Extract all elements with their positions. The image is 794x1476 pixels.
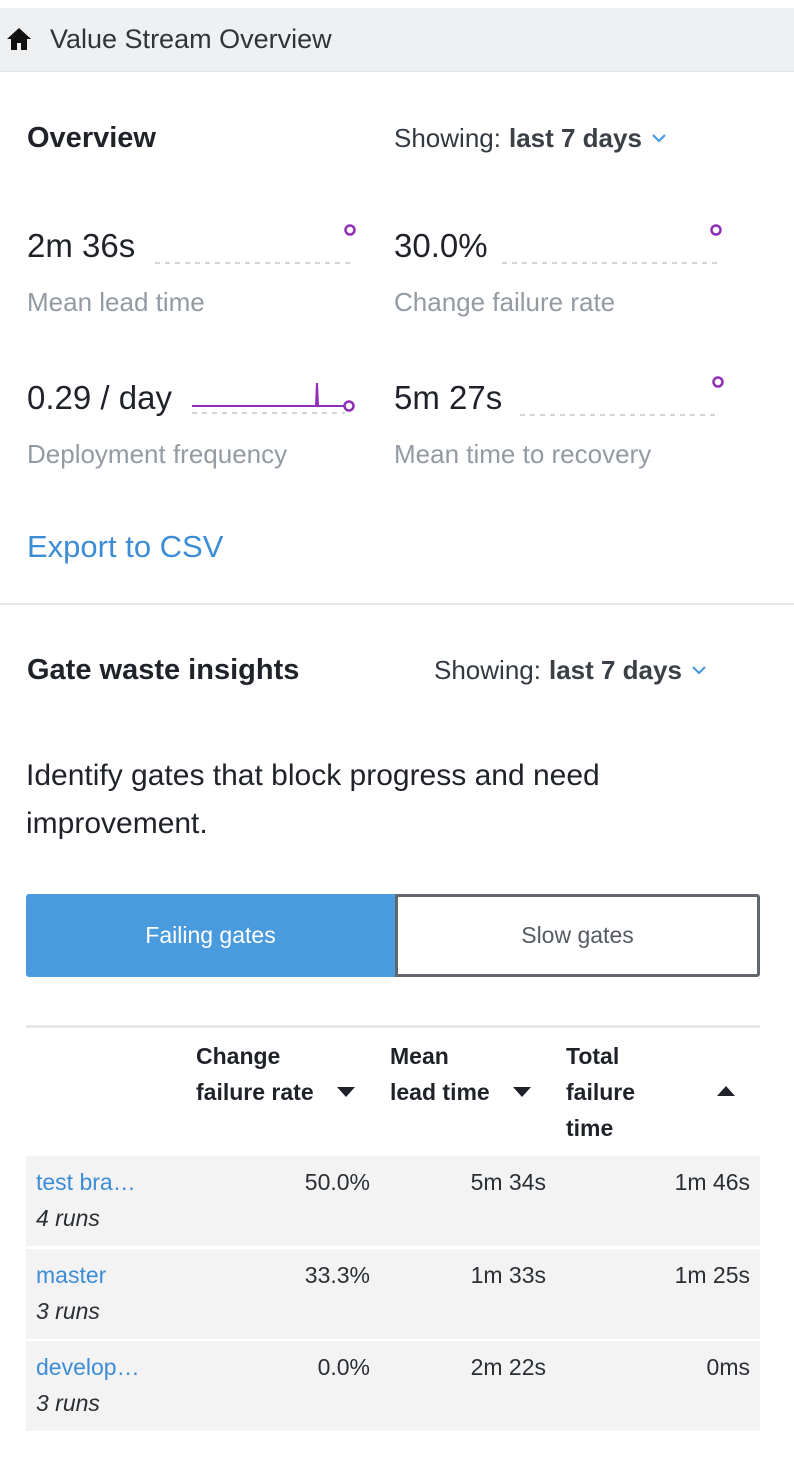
chevron-down-icon[interactable] [650, 132, 668, 144]
metric-label-failure-rate: Change failure rate [394, 287, 616, 317]
showing-label: Showing: [394, 123, 501, 153]
metric-label-lead-time: Mean lead time [27, 287, 205, 317]
lead-time-sparkline [155, 224, 356, 264]
range-value[interactable]: last 7 days [509, 123, 642, 153]
overview-range-selector[interactable]: Showing: last 7 days [394, 121, 668, 155]
metric-value-failure-rate: 30.0% [394, 227, 488, 264]
section-divider [0, 603, 794, 605]
failure-rate-sparkline [502, 224, 722, 264]
tab-failing-gates[interactable]: Failing gates [26, 894, 395, 977]
top-header: Value Stream Overview [0, 8, 794, 72]
export-csv-link[interactable]: Export to CSV [27, 528, 223, 566]
cell-mean-lead-time: 5m 34s [470, 1169, 546, 1195]
column-header-change-failure-rate[interactable]: Change failure rate [196, 1038, 326, 1110]
gates-range-selector[interactable]: Showing: last 7 days [434, 653, 708, 687]
metric-label-recovery-time: Mean time to recovery [394, 439, 652, 469]
range-value[interactable]: last 7 days [549, 655, 682, 685]
header-title: Value Stream Overview [50, 24, 332, 54]
cell-mean-lead-time: 1m 33s [470, 1262, 546, 1288]
table-row: test bra… 4 runs 50.0% 5m 34s 1m 46s [26, 1156, 760, 1246]
gate-runs: 3 runs [36, 1298, 100, 1324]
deploy-frequency-sparkline [192, 382, 355, 414]
table-row: develop… 3 runs 0.0% 2m 22s 0ms [26, 1341, 760, 1431]
overview-title: Overview [27, 122, 156, 154]
cell-change-failure-rate: 0.0% [317, 1354, 370, 1380]
sort-desc-icon[interactable] [336, 1086, 356, 1098]
gates-title: Gate waste insights [27, 654, 300, 686]
cell-total-failure-time: 0ms [706, 1354, 750, 1380]
cell-change-failure-rate: 50.0% [304, 1169, 370, 1195]
table-top-border [26, 1025, 760, 1028]
cell-change-failure-rate: 33.3% [304, 1262, 370, 1288]
gate-name-link[interactable]: master [36, 1261, 106, 1289]
gate-name-link[interactable]: test bra… [36, 1168, 136, 1196]
sort-asc-icon[interactable] [716, 1085, 736, 1097]
tab-slow-gates[interactable]: Slow gates [395, 894, 760, 977]
table-row: master 3 runs 33.3% 1m 33s 1m 25s [26, 1249, 760, 1339]
gate-runs: 3 runs [36, 1390, 100, 1416]
recovery-time-sparkline [520, 376, 724, 416]
home-icon[interactable] [6, 27, 32, 51]
metric-value-lead-time: 2m 36s [27, 227, 136, 264]
gate-name-link[interactable]: develop… [36, 1353, 140, 1381]
gates-description: Identify gates that block progress and n… [26, 759, 600, 840]
metric-value-deploy-frequency: 0.29 / day [27, 379, 172, 416]
column-header-mean-lead-time[interactable]: Mean lead time [390, 1038, 500, 1110]
column-header-total-failure-time[interactable]: Total failure time [566, 1038, 676, 1146]
cell-total-failure-time: 1m 46s [674, 1169, 750, 1195]
metric-value-recovery-time: 5m 27s [394, 379, 503, 416]
showing-label: Showing: [434, 655, 541, 685]
sort-desc-icon[interactable] [512, 1086, 532, 1098]
metric-label-deploy-frequency: Deployment frequency [27, 439, 288, 469]
gate-runs: 4 runs [36, 1205, 100, 1231]
cell-total-failure-time: 1m 25s [674, 1262, 750, 1288]
chevron-down-icon[interactable] [690, 664, 708, 676]
cell-mean-lead-time: 2m 22s [470, 1354, 546, 1380]
